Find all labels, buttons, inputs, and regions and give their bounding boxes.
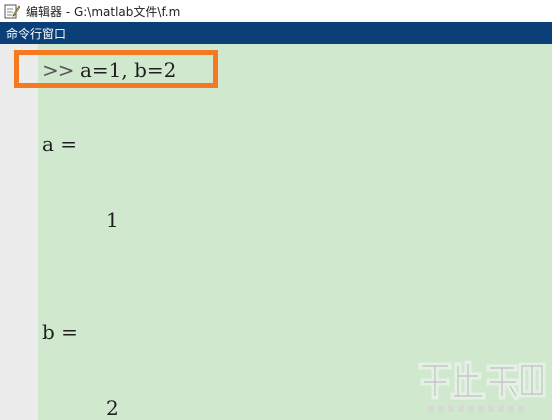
output-value-a: 1	[106, 208, 119, 232]
site-watermark-logo	[418, 360, 546, 412]
output-label-b: b =	[42, 320, 78, 344]
output-label-a: a =	[42, 132, 78, 156]
left-gutter	[0, 44, 38, 420]
window-titlebar: 编辑器 - G:\matlab文件\f.m	[0, 0, 552, 22]
output-value-b: 2	[106, 396, 119, 420]
command-window-header[interactable]: 命令行窗口	[0, 22, 552, 44]
panel-title: 命令行窗口	[6, 26, 67, 41]
highlight-box	[14, 50, 218, 88]
editor-pencil-icon	[4, 4, 20, 19]
window-title: 编辑器 - G:\matlab文件\f.m	[26, 4, 181, 19]
